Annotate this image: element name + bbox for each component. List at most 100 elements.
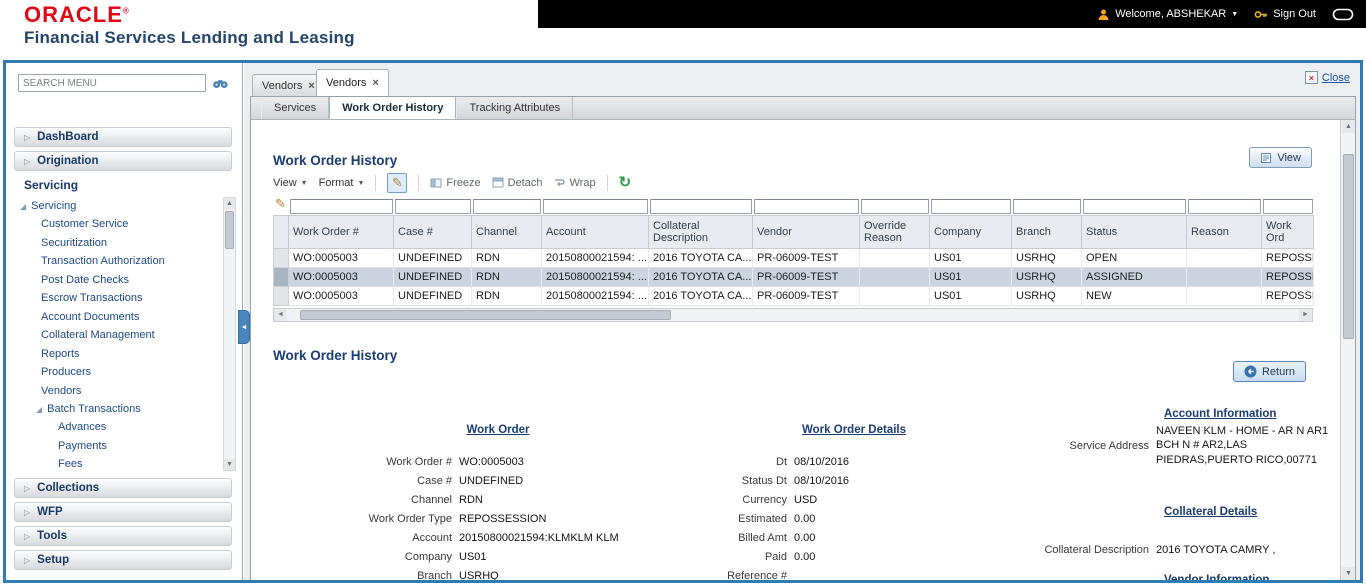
table-row[interactable]: WO:0005003 UNDEFINED RDN 20150800021594:… <box>273 285 1314 306</box>
filter-input[interactable] <box>1082 198 1186 214</box>
column-header[interactable]: Company <box>929 214 1012 249</box>
panel-body: Work Order History View View ▼ Format ▼ ✎ <box>251 120 1340 580</box>
table-row[interactable]: WO:0005003 UNDEFINED RDN 20150800021594:… <box>273 247 1314 268</box>
view-menu[interactable]: View ▼ <box>273 177 308 189</box>
scroll-up-icon[interactable]: ▲ <box>224 198 235 209</box>
filter-input[interactable] <box>1187 198 1261 214</box>
detach-button[interactable]: Detach <box>492 177 542 189</box>
column-header[interactable]: Branch <box>1011 214 1082 249</box>
row-handle[interactable] <box>273 285 289 306</box>
sidebar-collapse-handle[interactable]: ◄ <box>238 310 250 344</box>
filter-input[interactable] <box>542 198 648 214</box>
column-header[interactable]: Override Reason <box>859 214 930 249</box>
tree-item-customer-service[interactable]: Customer Service <box>6 215 243 234</box>
sidebar-item-collections[interactable]: ▷ Collections <box>14 478 232 498</box>
sidebar-item-origination[interactable]: ▷ Origination <box>14 151 232 171</box>
field-label: Collateral Description <box>1044 543 1149 556</box>
horizontal-scrollbar-thumb[interactable] <box>300 310 671 320</box>
filter-row <box>274 198 1314 215</box>
tree-item-fees[interactable]: Fees <box>6 455 243 473</box>
sign-out-button[interactable]: Sign Out <box>1254 8 1316 21</box>
tree-item-reports[interactable]: Reports <box>6 345 243 364</box>
filter-input[interactable] <box>930 198 1011 214</box>
close-window-icon[interactable]: × <box>1304 71 1318 84</box>
refresh-icon[interactable]: ↻ <box>619 175 632 190</box>
tab-vendors-1[interactable]: Vendors × <box>252 74 325 96</box>
query-by-example-button[interactable]: ✎ <box>387 173 408 193</box>
format-menu[interactable]: Format ▼ <box>319 177 365 189</box>
column-header[interactable]: Status <box>1081 214 1187 249</box>
scroll-up-icon[interactable]: ▲ <box>1342 120 1355 133</box>
horizontal-scrollbar[interactable]: ◄ ► <box>273 308 1313 322</box>
tree-item-securitization[interactable]: Securitization <box>6 234 243 253</box>
column-header[interactable]: Collateral Description <box>648 214 753 249</box>
tree-item-producers[interactable]: Producers <box>6 363 243 382</box>
wrap-button[interactable]: Wrap <box>553 177 596 189</box>
tree-item-payments[interactable]: Payments <box>6 437 243 456</box>
search-menu-input[interactable] <box>18 74 206 92</box>
row-handle[interactable] <box>273 266 289 287</box>
sidebar-item-servicing[interactable]: Servicing <box>14 175 232 195</box>
tab-close-icon[interactable]: × <box>308 80 314 92</box>
filter-input[interactable] <box>860 198 929 214</box>
table-row-selected[interactable]: WO:0005003 UNDEFINED RDN 20150800021594:… <box>273 266 1314 287</box>
tab-tracking-attributes[interactable]: Tracking Attributes <box>456 97 574 119</box>
tree-item-collateral-management[interactable]: Collateral Management <box>6 326 243 345</box>
view-button[interactable]: View <box>1249 147 1312 168</box>
vertical-scrollbar[interactable]: ▲ ▼ <box>1340 120 1355 580</box>
filter-input[interactable] <box>753 198 859 214</box>
tree-expanded-icon[interactable]: ◢ <box>20 202 26 211</box>
vertical-scrollbar-thumb[interactable] <box>1343 154 1354 339</box>
column-header[interactable]: Account <box>541 214 649 249</box>
filter-input[interactable] <box>472 198 541 214</box>
tree-item-advances[interactable]: Advances <box>6 418 243 437</box>
column-header[interactable]: Case # <box>393 214 472 249</box>
freeze-button[interactable]: Freeze <box>430 177 481 189</box>
tree-scrollbar[interactable]: ▲ ▼ <box>223 197 236 471</box>
grid-header-row: Work Order # Case # Channel Account Coll… <box>273 214 1314 249</box>
sidebar-item-tools[interactable]: ▷ Tools <box>14 526 232 546</box>
scroll-down-icon[interactable]: ▼ <box>224 459 235 470</box>
session-icon[interactable] <box>1332 8 1354 21</box>
filter-input[interactable] <box>649 198 752 214</box>
tree-item-post-date-checks[interactable]: Post Date Checks <box>6 271 243 290</box>
sidebar-item-label: WFP <box>37 506 63 518</box>
tree-expanded-icon[interactable]: ◢ <box>36 405 42 414</box>
binoculars-icon[interactable] <box>212 77 229 90</box>
scroll-down-icon[interactable]: ▼ <box>1342 567 1355 580</box>
tree-item-account-documents[interactable]: Account Documents <box>6 308 243 327</box>
column-header[interactable]: Work Order # <box>288 214 394 249</box>
sidebar-item-wfp[interactable]: ▷ WFP <box>14 502 232 522</box>
tab-work-order-history[interactable]: Work Order History <box>329 97 457 119</box>
field-value: US01 <box>459 550 487 563</box>
filter-input[interactable] <box>1012 198 1081 214</box>
tree-node-batch-transactions[interactable]: ◢ Batch Transactions <box>6 400 243 418</box>
column-header[interactable]: Work Ord <box>1261 214 1314 249</box>
filter-input[interactable] <box>289 198 393 214</box>
chevron-right-icon: ▷ <box>24 507 31 517</box>
sidebar-item-setup[interactable]: ▷ Setup <box>14 550 232 570</box>
welcome-menu[interactable]: Welcome, ABSHEKAR ▼ <box>1097 8 1238 21</box>
filter-input[interactable] <box>1262 198 1313 214</box>
column-header[interactable]: Vendor <box>752 214 860 249</box>
tree-item-escrow-transactions[interactable]: Escrow Transactions <box>6 289 243 308</box>
subtab-bar: Services Work Order History Tracking Att… <box>251 97 1355 120</box>
tree-item-vendors[interactable]: Vendors <box>6 382 243 401</box>
column-header[interactable]: Channel <box>471 214 542 249</box>
tree-item-transaction-authorization[interactable]: Transaction Authorization <box>6 252 243 271</box>
tree-scrollbar-thumb[interactable] <box>225 211 234 249</box>
tab-services[interactable]: Services <box>261 97 330 119</box>
close-button[interactable]: × Close <box>1304 71 1350 84</box>
scroll-left-icon[interactable]: ◄ <box>274 309 287 321</box>
field-label: Branch <box>417 569 452 581</box>
sidebar-item-dashboard[interactable]: ▷ DashBoard <box>14 127 232 147</box>
row-handle[interactable] <box>273 247 289 268</box>
column-header[interactable]: Reason <box>1186 214 1262 249</box>
tab-close-icon[interactable]: × <box>372 77 378 89</box>
tab-vendors-2[interactable]: Vendors × <box>316 69 389 96</box>
tree-node-servicing[interactable]: ◢ Servicing <box>6 197 243 215</box>
scroll-right-icon[interactable]: ► <box>1299 309 1312 321</box>
document-tab-bar: Vendors × Vendors × × Close <box>244 63 1360 96</box>
return-button[interactable]: Return <box>1232 361 1306 382</box>
filter-input[interactable] <box>394 198 471 214</box>
